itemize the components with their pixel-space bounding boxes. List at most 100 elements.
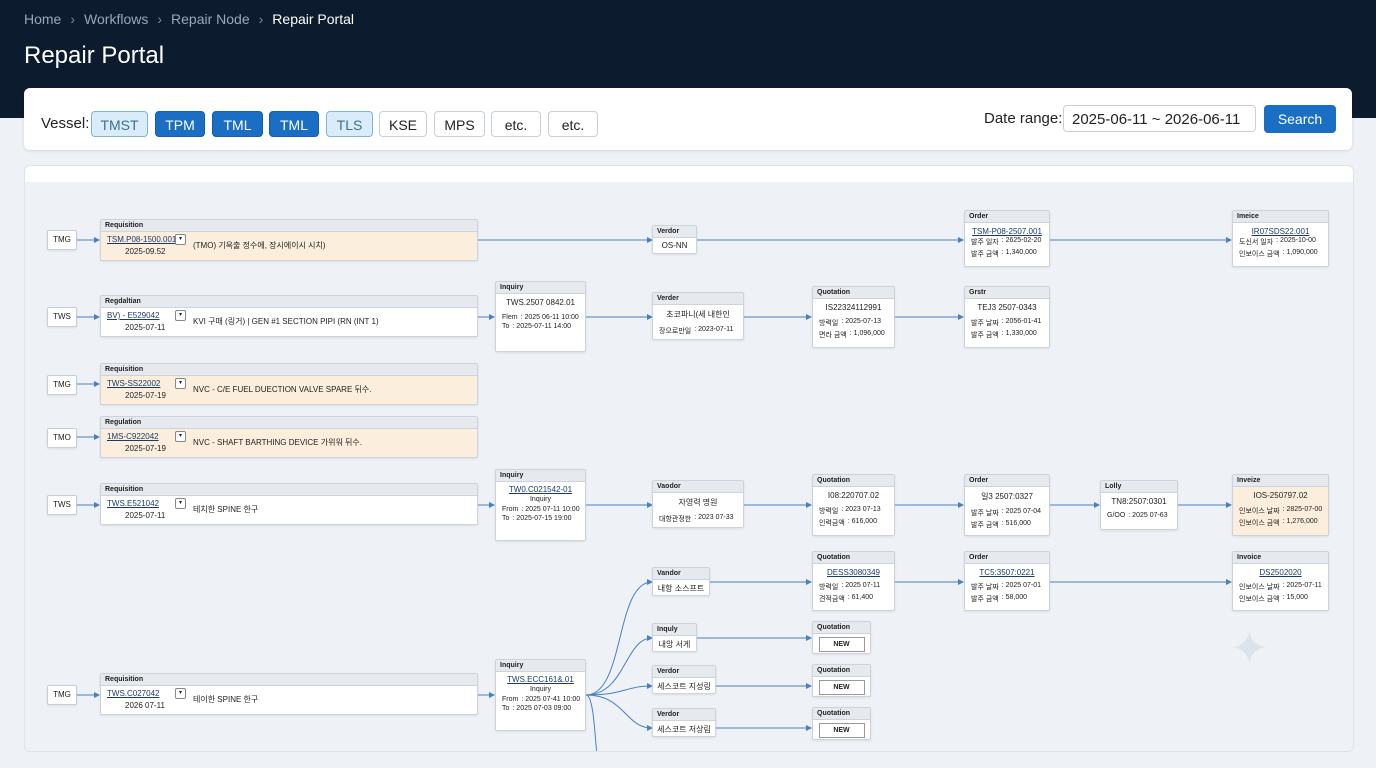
vessel-chip[interactable]: TLS — [326, 111, 373, 137]
requisition-card[interactable]: Requisition TWS.E521042 ▾ 2025-07-11 테치한… — [100, 483, 478, 525]
detail-label: 인보이스 날짜 — [1239, 508, 1280, 515]
detail-value: : 2025-07-15 19:00 — [512, 515, 572, 522]
requisition-date: 2025-07-11 — [125, 511, 166, 520]
quotation-card[interactable]: Quotation I08:220707.02 방력일: 2023 07-13 … — [812, 474, 895, 536]
requisition-ref[interactable]: TWS.E521042 — [107, 499, 159, 508]
requisition-card[interactable]: Requisition TSM.P08-1500.001 ▾ 2025-09.5… — [100, 219, 478, 261]
vessel-chip[interactable]: TML — [212, 111, 263, 137]
search-button[interactable]: Search — [1264, 105, 1336, 133]
vendor-card[interactable]: Verdor OS-NN — [652, 225, 697, 254]
vessel-chip[interactable]: TPM — [155, 111, 205, 137]
chevron-down-icon[interactable]: ▾ — [175, 498, 186, 509]
inquiry-label: Inquiry — [529, 686, 551, 693]
quotation-card[interactable]: Quotation IS22324112991 방력일: 2025-07-13 … — [812, 286, 895, 348]
order-ref[interactable]: TC5:3507:0221 — [965, 564, 1049, 577]
invoice-ref[interactable]: IR07SDS22.001 — [1233, 223, 1328, 236]
ship-tag[interactable]: TMG — [47, 685, 77, 705]
chevron-down-icon[interactable]: ▾ — [175, 378, 186, 389]
inquiry-card[interactable]: Inquiry TWS.ECC161&.01 Inquiry From: 202… — [495, 659, 586, 731]
detail-row: 장으로만일: 2023-07-11 — [653, 325, 743, 337]
requisition-card[interactable]: Requisition TWS-SS22002 ▾ 2025-07-19 NVC… — [100, 363, 478, 405]
vendor-card[interactable]: Inquly 내앙 서게 — [652, 623, 697, 652]
requisition-card[interactable]: Regulation 1MS-C922042 ▾ 2025-07-19 NVC … — [100, 416, 478, 458]
quotation-card[interactable]: Quotation DESS3080349 방력일: 2025 07-11 견적… — [812, 551, 895, 611]
ship-tag[interactable]: TMG — [47, 375, 77, 395]
vessel-chip[interactable]: MPS — [434, 111, 485, 137]
delivery-card[interactable]: Lolly TN8:2507:0301 G/OO: 2025 07-63 — [1100, 480, 1178, 530]
chevron-down-icon[interactable]: ▾ — [175, 688, 186, 699]
quotation-card[interactable]: Quotation NEW — [812, 621, 871, 654]
invoice-card[interactable]: Invoice DS2502020 인보이스 날짜: 2025-07-11 인보… — [1232, 551, 1329, 611]
vendor-card[interactable]: Verdor 세스코트 지성링 — [652, 665, 716, 694]
vendor-card[interactable]: Vaodor 자영력 명원 대항관정한: 2023 07-33 — [652, 480, 744, 528]
breadcrumb-home[interactable]: Home — [24, 11, 61, 27]
requisition-card[interactable]: Requisition TWS.C027042 ▾ 2026 07-11 테이한… — [100, 673, 478, 715]
requisition-date: 2025-07-11 — [125, 323, 166, 332]
inquiry-card[interactable]: Inquiry TWS.2507 0842.01 Flem: 2025 06-1… — [495, 281, 586, 352]
detail-label: G/OO — [1107, 512, 1126, 519]
order-card[interactable]: Grstr TEJ3 2507-0343 발주 날짜: 2056-01-41 발… — [964, 286, 1050, 348]
delivery-ref[interactable]: TN8:2507:0301 — [1101, 493, 1177, 511]
new-badge[interactable]: NEW — [818, 637, 865, 652]
card-title: Vandor — [653, 568, 709, 580]
invoice-ref[interactable]: IOS-250797.02 — [1233, 487, 1328, 505]
quotation-card[interactable]: Quotation NEW — [812, 707, 871, 740]
card-title: Lolly — [1101, 481, 1177, 493]
detail-row: 인보이스 날짜: 2825-07-00 — [1233, 505, 1328, 517]
card-title: Imeice — [1233, 211, 1328, 223]
requisition-ref[interactable]: BV) - E529042 — [107, 311, 159, 320]
card-title: Regdaltian — [101, 296, 477, 308]
card-title: Verdor — [653, 226, 696, 238]
order-ref[interactable]: TSM-P08-2507.001 — [965, 223, 1049, 236]
order-ref[interactable]: TEJ3 2507-0343 — [965, 299, 1049, 317]
requisition-desc: NVC - C/E FUEL DUECTION VALVE SPARE 뒤수. — [193, 385, 372, 394]
card-title: Quotation — [813, 475, 894, 487]
breadcrumb-repair-node[interactable]: Repair Node — [171, 11, 250, 27]
ship-tag[interactable]: TMO — [47, 428, 77, 448]
order-card[interactable]: Order TC5:3507:0221 발주 날짜: 2025 07-01 발주… — [964, 551, 1050, 611]
requisition-ref[interactable]: TWS.C027042 — [107, 689, 159, 698]
order-card[interactable]: Order TSM-P08-2507.001 발주 일자: 2625-02-20… — [964, 210, 1050, 267]
vessel-chip[interactable]: TMST — [91, 111, 148, 137]
inquiry-card[interactable]: Inquiry TW0.C021542-01 Inquiry From: 202… — [495, 469, 586, 541]
breadcrumb-workflows[interactable]: Workflows — [84, 11, 148, 27]
requisition-card[interactable]: Regdaltian BV) - E529042 ▾ 2025-07-11 KV… — [100, 295, 478, 337]
vendor-card[interactable]: Verdor 세스코트 저상림 — [652, 708, 716, 737]
order-ref[interactable]: 일3 2507:0327 — [965, 487, 1049, 507]
new-badge[interactable]: NEW — [818, 723, 865, 738]
vessel-label: Vessel: — [41, 115, 90, 132]
vessel-chip[interactable]: etc. — [491, 111, 541, 137]
new-badge[interactable]: NEW — [818, 680, 865, 695]
vessel-chip[interactable]: TML — [269, 111, 319, 137]
quotation-ref[interactable]: DESS3080349 — [813, 564, 894, 577]
requisition-ref[interactable]: TWS-SS22002 — [107, 379, 160, 388]
vessel-chip[interactable]: KSE — [379, 111, 427, 137]
requisition-ref[interactable]: 1MS-C922042 — [107, 432, 159, 441]
vessel-chip[interactable]: etc. — [548, 111, 598, 137]
invoice-card[interactable]: Imeice IR07SDS22.001 도신서 일자: 2025-10-00 … — [1232, 210, 1329, 267]
quotation-card[interactable]: Quotation NEW — [812, 664, 871, 697]
requisition-ref[interactable]: TSM.P08-1500.001 — [107, 235, 176, 244]
inquiry-ref[interactable]: TWS.ECC161&.01 — [496, 672, 585, 684]
date-range-input[interactable]: 2025-06-11 ~ 2026-06-11 — [1063, 105, 1256, 132]
invoice-ref[interactable]: DS2502020 — [1233, 564, 1328, 577]
chevron-down-icon[interactable]: ▾ — [175, 310, 186, 321]
detail-label: 인보이스 날짜 — [1239, 584, 1280, 591]
workflow-canvas: TMG Requisition TSM.P08-1500.001 ▾ 2025-… — [24, 165, 1354, 752]
vendor-card[interactable]: Vandor 내항 소스프트 — [652, 567, 710, 596]
ship-tag[interactable]: TWS — [47, 307, 77, 327]
inquiry-ref[interactable]: TW0.C021542-01 — [496, 482, 585, 494]
card-title: Requisition — [101, 484, 477, 496]
detail-value: : 1,276,000 — [1282, 518, 1318, 525]
quotation-ref[interactable]: IS22324112991 — [813, 299, 894, 317]
invoice-card[interactable]: Inveize IOS-250797.02 인보이스 날짜: 2825-07-0… — [1232, 474, 1329, 536]
quotation-ref[interactable]: I08:220707.02 — [813, 487, 894, 505]
chevron-down-icon[interactable]: ▾ — [175, 431, 186, 442]
ship-tag[interactable]: TMG — [47, 230, 77, 250]
chevron-down-icon[interactable]: ▾ — [175, 234, 186, 245]
order-card[interactable]: Order 일3 2507:0327 발주 날짜: 2025 07-04 발주 … — [964, 474, 1050, 536]
ship-tag[interactable]: TWS — [47, 495, 77, 515]
inquiry-ref[interactable]: TWS.2507 0842.01 — [496, 294, 585, 313]
vendor-card[interactable]: Verder 초코파니(세 내한인 장으로만일: 2023-07-11 — [652, 292, 744, 340]
detail-value: : 2825-07-00 — [1282, 506, 1323, 513]
